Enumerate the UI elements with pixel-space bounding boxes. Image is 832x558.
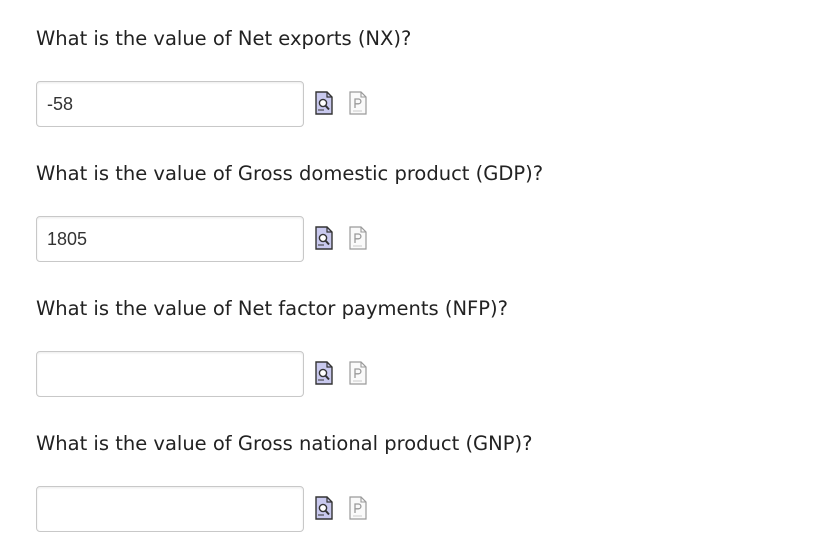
- nx-answer-input[interactable]: [36, 81, 304, 127]
- gnp-answer-input[interactable]: [36, 486, 304, 532]
- preview-magnifier-icon[interactable]: [314, 90, 334, 116]
- question-prompt: What is the value of Net exports (NX)?: [36, 27, 412, 50]
- help-page-icon[interactable]: [348, 360, 368, 386]
- gdp-answer-input[interactable]: [36, 216, 304, 262]
- answer-row: [36, 486, 436, 532]
- question-prompt: What is the value of Net factor payments…: [36, 297, 508, 320]
- preview-magnifier-icon[interactable]: [314, 495, 334, 521]
- preview-magnifier-icon[interactable]: [314, 225, 334, 251]
- help-page-icon[interactable]: [348, 225, 368, 251]
- nfp-answer-input[interactable]: [36, 351, 304, 397]
- question-prompt: What is the value of Gross national prod…: [36, 432, 533, 455]
- answer-row: [36, 351, 436, 397]
- preview-magnifier-icon[interactable]: [314, 360, 334, 386]
- question-prompt: What is the value of Gross domestic prod…: [36, 162, 544, 185]
- answer-row: [36, 216, 436, 262]
- help-page-icon[interactable]: [348, 495, 368, 521]
- help-page-icon[interactable]: [348, 90, 368, 116]
- answer-row: [36, 81, 436, 127]
